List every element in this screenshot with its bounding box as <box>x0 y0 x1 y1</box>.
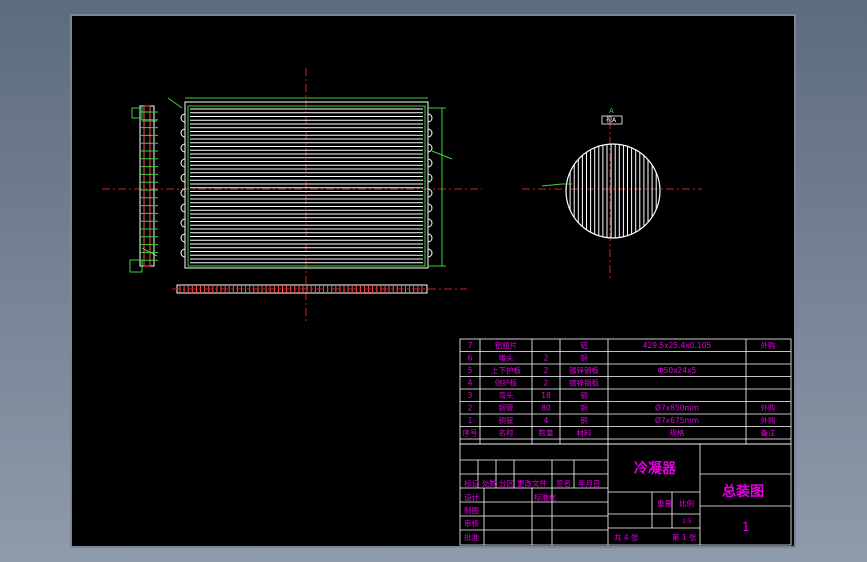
bom-row-qty: 2 <box>544 354 549 363</box>
return-bend <box>180 248 186 258</box>
bom-row-name: 上下护板 <box>491 365 521 375</box>
bom-row-spec: Φ50x24x5 <box>658 366 697 375</box>
bom-row-material: 铜 <box>580 415 588 425</box>
bom-row-no: 5 <box>468 366 473 375</box>
drawing-svg: A 视A 7 铝翅片 铝 429.5x25.4x0.105 外购 6 堵头 2 铜 5 上下护板 2 镀… <box>102 68 792 546</box>
bom-row-note: 外购 <box>761 403 776 413</box>
bom-header-material: 材料 <box>577 428 592 438</box>
section-label: A <box>609 107 614 115</box>
return-bend <box>427 233 433 243</box>
front-view <box>102 68 482 322</box>
return-bend <box>180 143 186 153</box>
return-bend <box>180 203 186 213</box>
return-bend <box>180 233 186 243</box>
bom-row-material: 镀锌钢板 <box>569 365 599 375</box>
bom-row-spec: Ø7x675mm <box>655 416 699 425</box>
bom-row-name: 铝翅片 <box>495 340 518 350</box>
bom-row-name: 弯头 <box>499 390 514 400</box>
bom-row-qty: 18 <box>541 391 551 400</box>
bom-row-material: 镀锌钢板 <box>569 378 599 388</box>
bom-row-qty: 2 <box>544 379 549 388</box>
return-bend <box>180 158 186 168</box>
bom-row-spec: Ø7x850mm <box>655 404 699 413</box>
drawing-title: 总装图 <box>722 483 764 500</box>
bom-header-no: 序号 <box>463 428 478 438</box>
bom-row-material: 铜 <box>580 353 588 363</box>
tb-marks-row: 标记 处数 分区 更改文件 签名 年月日 <box>464 478 601 488</box>
return-bend <box>427 158 433 168</box>
tb-sheets-total: 共 4 张 <box>614 533 639 542</box>
return-bend <box>180 173 186 183</box>
product-name: 冷凝器 <box>634 460 677 477</box>
bom-row-note: 外购 <box>761 415 776 425</box>
bom-row-qty: 4 <box>544 416 549 425</box>
bom-row-qty: 2 <box>544 366 549 375</box>
bom-row-material: 铝 <box>580 340 588 350</box>
bom-header-qty: 数量 <box>539 428 554 438</box>
bom-row-no: 3 <box>468 391 473 400</box>
cad-drawing-canvas[interactable]: A 视A 7 铝翅片 铝 429.5x25.4x0.105 外购 6 堵头 2 铜 5 上下护板 2 镀… <box>70 14 796 548</box>
return-bend <box>180 218 186 228</box>
return-bend <box>427 143 433 153</box>
bom-row-material: 铜 <box>580 403 588 413</box>
bom-row-no: 2 <box>468 404 473 413</box>
return-bend <box>427 173 433 183</box>
return-bend <box>427 203 433 213</box>
sheet-number: 1 <box>742 520 750 534</box>
bom-row-note: 外购 <box>761 340 776 350</box>
bom-row-no: 1 <box>468 416 473 425</box>
tb-drafting: 制图 <box>464 505 479 515</box>
return-bend <box>427 113 433 123</box>
bom-row-no: 7 <box>468 341 473 350</box>
bom-row-material: 铜 <box>580 390 588 400</box>
tb-design: 设计 <box>464 492 479 502</box>
section-view: A 视A <box>522 107 702 281</box>
bom-row-no: 6 <box>468 354 473 363</box>
return-bend <box>180 128 186 138</box>
bom-row-name: 铜管 <box>499 403 514 413</box>
tb-scale: 比例 <box>679 498 694 508</box>
tb-scale-value: 1:5 <box>682 518 692 525</box>
return-bend <box>427 248 433 258</box>
bom-header-note: 备注 <box>761 428 776 438</box>
return-bend <box>427 128 433 138</box>
return-bend <box>180 113 186 123</box>
return-bend <box>427 218 433 228</box>
bom-header-spec: 规格 <box>670 428 685 438</box>
bom-row-spec: 429.5x25.4x0.105 <box>643 341 712 350</box>
bom-row-name: 铜管 <box>499 415 514 425</box>
tb-standard: 标准化 <box>534 492 557 502</box>
section-view-label: 视A <box>606 116 617 124</box>
bom-row-name: 堵头 <box>499 353 514 363</box>
bom-row-qty: 80 <box>541 404 551 413</box>
return-bend <box>427 188 433 198</box>
tb-weight: 重量 <box>657 499 672 508</box>
tb-check: 审核 <box>464 518 479 528</box>
tb-sheet-label: 第 1 张 <box>672 532 697 542</box>
tb-approve: 批准 <box>464 532 479 542</box>
bom-header-name: 名称 <box>499 428 514 438</box>
return-bend <box>180 188 186 198</box>
bom-row-no: 4 <box>468 379 473 388</box>
bom-row-name: 侧护板 <box>495 378 518 388</box>
bottom-view <box>172 284 467 294</box>
